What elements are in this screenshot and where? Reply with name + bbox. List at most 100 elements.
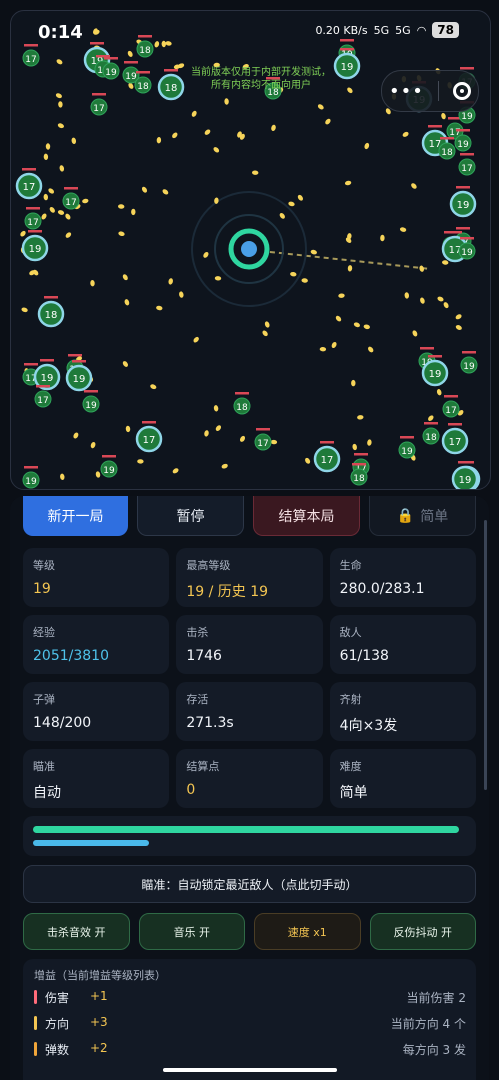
bullet bbox=[57, 123, 64, 129]
bullet bbox=[59, 165, 65, 172]
bullet bbox=[279, 213, 285, 219]
enemy-level: 19 bbox=[73, 374, 86, 385]
scrollbar[interactable] bbox=[484, 520, 487, 790]
bullet bbox=[367, 439, 372, 446]
enemy-hp-bar bbox=[456, 129, 470, 132]
home-indicator[interactable] bbox=[163, 1068, 337, 1072]
enemy-level: 19 bbox=[459, 475, 472, 486]
bullet bbox=[353, 322, 360, 328]
bullet bbox=[455, 314, 462, 320]
bullet bbox=[118, 204, 125, 209]
enemy-hp-bar bbox=[444, 395, 458, 398]
enemy-level: 17 bbox=[449, 437, 462, 448]
buff-list: 增益（当前增益等级列表） 伤害 +1 当前伤害 2 方向 +3 当前方向 4 个弹数 +2 每… bbox=[23, 959, 476, 1080]
bullet bbox=[82, 198, 89, 204]
stat-value: 61/138 bbox=[339, 648, 389, 664]
speed-toggle[interactable]: 速度 x1 bbox=[254, 913, 361, 950]
bullet bbox=[357, 415, 364, 420]
action-buttons: 新开一局 暂停 结算本局 🔒 简单 bbox=[23, 496, 476, 536]
bullet bbox=[239, 435, 246, 442]
bullet bbox=[442, 260, 449, 265]
enemy-hp-bar bbox=[28, 230, 42, 233]
enemy-hp-bar bbox=[456, 186, 470, 189]
shake-toggle[interactable]: 反伤抖动 开 bbox=[369, 913, 476, 950]
bullet bbox=[118, 231, 125, 236]
bullet bbox=[60, 473, 65, 480]
bullet bbox=[270, 439, 278, 445]
bullet bbox=[224, 98, 229, 105]
stat-card: 生命 280.0/283.1 bbox=[329, 548, 476, 607]
bullet bbox=[352, 443, 357, 451]
stat-value: 148/200 bbox=[33, 715, 92, 731]
bullet bbox=[168, 278, 173, 285]
bullet bbox=[419, 265, 424, 272]
bullet bbox=[156, 137, 162, 144]
enemy-hp-bar bbox=[448, 423, 462, 426]
difficulty-button[interactable]: 🔒 简单 bbox=[369, 496, 476, 536]
enemy-hp-bar bbox=[64, 187, 78, 190]
stat-card: 难度 简单 bbox=[329, 749, 476, 808]
buff-name: 伤害 bbox=[45, 991, 70, 1005]
bullet bbox=[193, 336, 199, 343]
buff-name: 方向 bbox=[45, 1017, 70, 1031]
music-toggle[interactable]: 音乐 开 bbox=[138, 913, 245, 950]
kill-sound-toggle[interactable]: 击杀音效 开 bbox=[23, 913, 130, 950]
bullet bbox=[331, 341, 337, 349]
enemy-hp-bar bbox=[84, 390, 98, 393]
stat-label: 齐射 bbox=[339, 693, 362, 706]
enemy-hp-bar bbox=[428, 355, 442, 358]
enemy-hp-bar bbox=[36, 385, 50, 388]
stat-card: 齐射 4向×3发 bbox=[329, 682, 476, 741]
stat-value: 0 bbox=[186, 782, 196, 798]
stat-value: 19 / 历史 19 bbox=[186, 584, 269, 600]
aim-mode-toggle[interactable]: 瞄准：自动锁定最近敌人（点此切手动） bbox=[23, 865, 476, 903]
close-miniprogram-icon[interactable] bbox=[452, 82, 471, 100]
bullet bbox=[363, 324, 370, 330]
bullet bbox=[441, 112, 446, 120]
bullet bbox=[43, 153, 49, 160]
stat-card: 经验 2051/3810 bbox=[23, 615, 170, 674]
more-icon[interactable]: ••• bbox=[389, 81, 424, 102]
bullet bbox=[172, 468, 179, 474]
enemy-level: 19 bbox=[41, 373, 54, 384]
bullet bbox=[172, 132, 178, 139]
enemy-hp-bar bbox=[354, 453, 368, 456]
enemy-level: 17 bbox=[143, 435, 156, 446]
enemy-hp-bar bbox=[456, 227, 470, 230]
enemy-level: 18 bbox=[353, 474, 365, 484]
enemy-level: 19 bbox=[25, 477, 37, 487]
end-round-button[interactable]: 结算本局 bbox=[253, 496, 360, 536]
exp-bar bbox=[33, 840, 149, 846]
enemy-level: 18 bbox=[441, 148, 453, 158]
toggle-row: 击杀音效 开 音乐 开 速度 x1 反伤抖动 开 bbox=[23, 913, 476, 950]
enemy-level: 17 bbox=[445, 406, 456, 416]
enemy-level: 19 bbox=[461, 112, 473, 122]
buff-color-mark bbox=[34, 1016, 37, 1030]
stat-card: 子弹 148/200 bbox=[23, 682, 170, 741]
battery-icon: 78 bbox=[432, 22, 459, 38]
progress-bars bbox=[23, 816, 476, 856]
stat-label: 击杀 bbox=[186, 626, 209, 639]
net-speed: 0.20 KB/s bbox=[315, 23, 368, 37]
buff-increment: +1 bbox=[90, 989, 108, 1003]
enemy-level: 19 bbox=[85, 401, 97, 411]
enemy-hp-bar bbox=[460, 153, 474, 156]
bullet bbox=[252, 170, 259, 175]
bullet bbox=[43, 193, 49, 201]
bullet bbox=[55, 93, 62, 99]
buff-increment: +2 bbox=[90, 1041, 108, 1055]
enemy-hp-bar bbox=[92, 93, 106, 96]
aim-line bbox=[260, 250, 432, 270]
bullet bbox=[73, 432, 79, 439]
enemy-hp-bar bbox=[400, 436, 414, 439]
hp-bar bbox=[33, 826, 459, 833]
control-panel: 新开一局 暂停 结算本局 🔒 简单 等级 19 最高等级 19 / 历史 19 生命 28… bbox=[10, 496, 489, 1080]
bullet bbox=[90, 280, 95, 287]
bullet bbox=[402, 131, 409, 137]
enemy-hp-bar bbox=[68, 354, 82, 357]
pause-button[interactable]: 暂停 bbox=[137, 496, 244, 536]
enemy-hp-bar bbox=[440, 137, 454, 140]
enemy-hp-bar bbox=[460, 67, 474, 70]
new-game-button[interactable]: 新开一局 bbox=[23, 496, 128, 536]
stat-label: 存活 bbox=[186, 693, 209, 706]
